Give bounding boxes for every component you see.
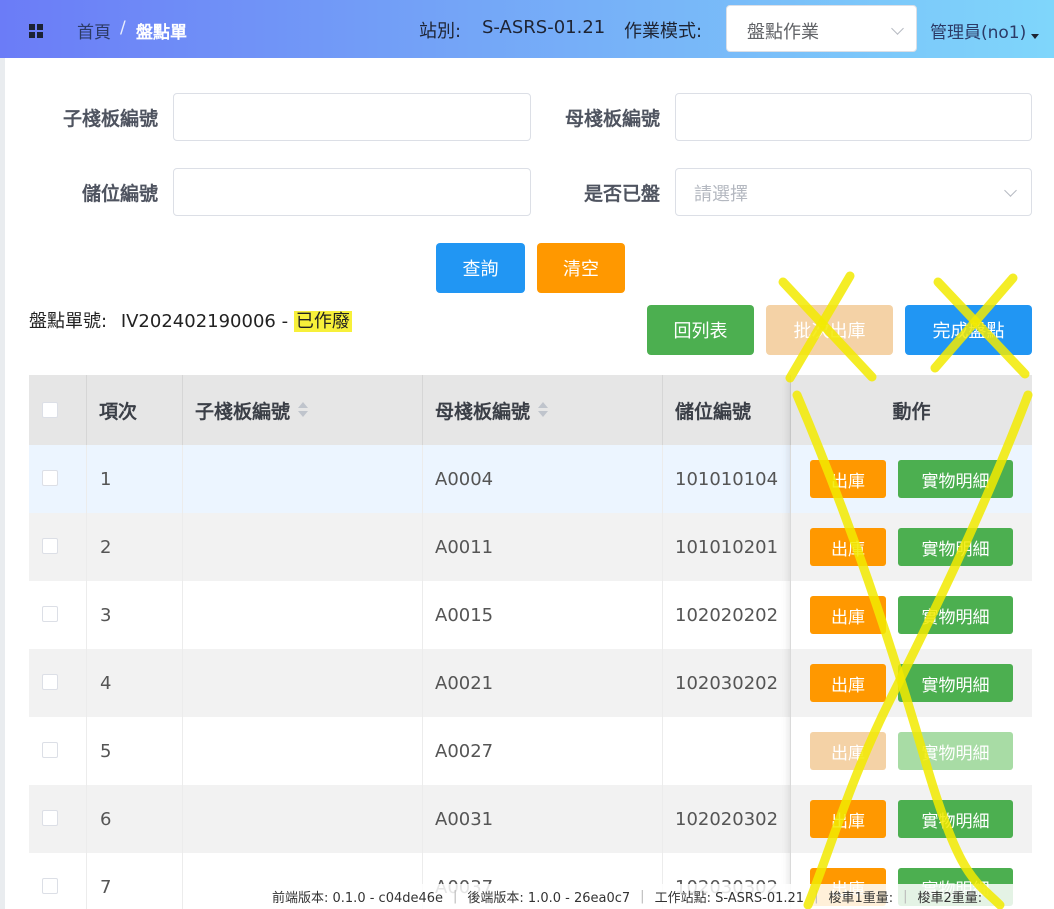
cell-location: 101010104 <box>663 445 791 513</box>
cell-index: 1 <box>87 445 183 513</box>
location-input[interactable] <box>173 168 531 216</box>
row-select-cell <box>29 717 87 785</box>
row-select-cell <box>29 853 87 909</box>
order-info: 盤點單號: IV202402190006 - 已作廢 <box>29 307 352 333</box>
header-location-label: 儲位編號 <box>675 400 752 423</box>
sort-icon[interactable] <box>298 402 309 418</box>
shuttle-1-weight: 梭車1重量: <box>828 891 894 906</box>
query-button[interactable]: 查詢 <box>436 243 525 293</box>
breadcrumb-home[interactable]: 首頁 <box>77 18 111 43</box>
header-location: 儲位編號 <box>663 375 791 445</box>
station-label: 站別: <box>419 21 462 42</box>
cell-index: 7 <box>87 853 183 909</box>
cell-index: 6 <box>87 785 183 853</box>
batch-out-button[interactable]: 批次出庫 <box>766 305 893 355</box>
header-parent-pallet-label: 母棧板編號 <box>435 400 531 423</box>
parent-pallet-label: 母棧板編號 <box>564 108 660 130</box>
chevron-down-icon <box>1004 184 1017 197</box>
counted-label: 是否已盤 <box>583 183 660 205</box>
row-checkbox[interactable] <box>42 742 58 758</box>
cell-child-pallet <box>183 581 423 649</box>
count-table: 項次 子棧板編號 母棧板編號 儲位編號 動作 1 A0004 101010104 出庫… <box>29 375 1032 909</box>
caret-down-icon[interactable] <box>1031 34 1039 39</box>
user-menu[interactable]: 管理員(no1) <box>930 18 1026 43</box>
cell-index: 5 <box>87 717 183 785</box>
header-child-pallet[interactable]: 子棧板編號 <box>183 375 423 445</box>
counted-select[interactable]: 請選擇 <box>675 168 1032 216</box>
cell-index: 4 <box>87 649 183 717</box>
grid-menu-icon[interactable] <box>29 24 43 38</box>
header-child-pallet-label: 子棧板編號 <box>195 400 291 423</box>
sort-icon[interactable] <box>538 402 549 418</box>
work-station: 工作站點: S-ASRS-01.21 <box>654 891 805 906</box>
row-select-cell <box>29 445 87 513</box>
left-rail <box>0 58 5 909</box>
order-status-badge: 已作廢 <box>293 311 352 332</box>
complete-count-button[interactable]: 完成盤點 <box>905 305 1032 355</box>
shuttle-2-weight: 梭車2重量: <box>917 891 983 906</box>
breadcrumb-separator: / <box>120 18 126 38</box>
mode-select[interactable]: 盤點作業 <box>726 5 917 52</box>
fixed-action-column <box>791 375 1032 909</box>
row-checkbox[interactable] <box>42 538 58 554</box>
app-root: 首頁 / 盤點單 站別: S-ASRS-01.21 作業模式: 盤點作業 管理員… <box>0 0 1054 909</box>
cell-location: 102020302 <box>663 785 791 853</box>
cell-index: 3 <box>87 581 183 649</box>
cell-parent-pallet: A0027 <box>423 717 663 785</box>
row-checkbox[interactable] <box>42 674 58 690</box>
order-number-label: 盤點單號: <box>29 311 108 332</box>
cell-location: 102020202 <box>663 581 791 649</box>
cell-parent-pallet: A0031 <box>423 785 663 853</box>
header-select-cell <box>29 375 87 445</box>
mode-label: 作業模式: <box>624 21 703 42</box>
cell-child-pallet <box>183 717 423 785</box>
cell-location: 101010201 <box>663 513 791 581</box>
frontend-version: 前端版本: 0.1.0 - c04de46e <box>272 891 444 906</box>
row-select-cell <box>29 785 87 853</box>
back-to-list-button[interactable]: 回列表 <box>647 305 754 355</box>
cell-child-pallet <box>183 445 423 513</box>
cell-parent-pallet: A0011 <box>423 513 663 581</box>
row-select-cell <box>29 581 87 649</box>
cell-child-pallet <box>183 649 423 717</box>
child-pallet-label: 子棧板編號 <box>62 108 158 130</box>
cell-parent-pallet: A0004 <box>423 445 663 513</box>
clear-button[interactable]: 清空 <box>537 243 625 293</box>
header-index-label: 項次 <box>99 400 138 423</box>
location-label: 儲位編號 <box>81 183 158 205</box>
mode-select-value: 盤點作業 <box>747 22 819 43</box>
cell-child-pallet <box>183 785 423 853</box>
order-number: IV202402190006 <box>120 311 276 332</box>
counted-select-placeholder: 請選擇 <box>694 184 748 205</box>
row-select-cell <box>29 649 87 717</box>
row-checkbox[interactable] <box>42 878 58 894</box>
cell-location <box>663 717 791 785</box>
cell-child-pallet <box>183 513 423 581</box>
top-header: 首頁 / 盤點單 站別: S-ASRS-01.21 作業模式: 盤點作業 管理員… <box>0 0 1054 58</box>
select-all-checkbox[interactable] <box>42 402 58 418</box>
row-checkbox[interactable] <box>42 470 58 486</box>
cell-index: 2 <box>87 513 183 581</box>
version-footer: 前端版本: 0.1.0 - c04de46e | 後端版本: 1.0.0 - 2… <box>262 884 1054 909</box>
header-index: 項次 <box>87 375 183 445</box>
row-checkbox[interactable] <box>42 810 58 826</box>
breadcrumb-current: 盤點單 <box>136 23 187 43</box>
backend-version: 後端版本: 1.0.0 - 26ea0c7 <box>467 891 631 906</box>
cell-parent-pallet: A0015 <box>423 581 663 649</box>
parent-pallet-input[interactable] <box>675 93 1032 141</box>
chevron-down-icon <box>891 22 904 35</box>
order-dash: - <box>281 311 289 332</box>
cell-parent-pallet: A0021 <box>423 649 663 717</box>
cell-location: 102030202 <box>663 649 791 717</box>
header-parent-pallet[interactable]: 母棧板編號 <box>423 375 663 445</box>
row-checkbox[interactable] <box>42 606 58 622</box>
station-value: S-ASRS-01.21 <box>482 17 606 38</box>
row-select-cell <box>29 513 87 581</box>
child-pallet-input[interactable] <box>173 93 531 141</box>
